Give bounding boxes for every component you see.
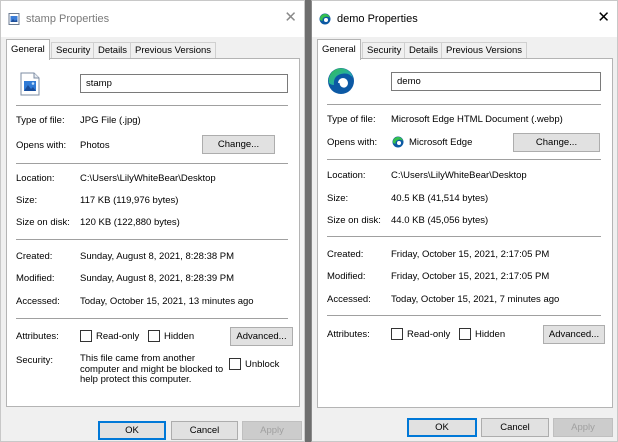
separator [327,315,601,316]
close-icon[interactable]: ✕ [597,10,610,25]
window-title: stamp Properties [26,13,110,25]
accessed-label: Accessed: [16,296,60,307]
edge-icon [392,136,404,148]
read-only-checkbox[interactable] [80,330,92,342]
location-label: Location: [16,173,55,184]
unblock-label: Unblock [245,359,280,370]
image-file-icon [8,13,20,25]
size-value: 117 KB (119,976 bytes) [80,195,179,206]
size-on-disk-value: 120 KB (122,880 bytes) [80,217,180,228]
tab-security[interactable]: Security [51,42,96,59]
separator [16,163,288,164]
general-panel: demo Type of file: Microsoft Edge HTML D… [317,58,613,408]
size-label: Size: [16,195,38,206]
change-button[interactable]: Change... [513,133,600,152]
file-name-input[interactable]: stamp [80,74,288,93]
size-value: 40.5 KB (41,514 bytes) [391,193,489,204]
size-on-disk-label: Size on disk: [327,215,381,226]
ok-button[interactable]: OK [98,421,166,440]
type-value: JPG File (.jpg) [80,115,141,126]
hidden-label: Hidden [164,331,195,342]
opens-with-label: Opens with: [16,140,67,151]
stamp-properties-dialog: stamp Properties ✕ General Security Deta… [0,0,305,442]
separator [327,159,601,160]
hidden-checkbox[interactable] [148,330,160,342]
tab-general[interactable]: General [6,39,50,60]
location-label: Location: [327,170,366,181]
created-value: Friday, October 15, 2021, 2:17:05 PM [391,249,550,260]
opens-with-value: Photos [80,140,110,151]
security-line-1: This file came from another [80,353,196,364]
security-message: This file came from another computer and… [80,353,230,386]
type-label: Type of file: [327,114,376,125]
created-label: Created: [16,251,53,262]
tab-general[interactable]: General [317,39,361,60]
change-button[interactable]: Change... [202,135,275,154]
title-bar: stamp Properties ✕ [1,1,304,37]
cancel-button[interactable]: Cancel [171,421,238,440]
opens-with-label: Opens with: [327,137,378,148]
modified-value: Sunday, August 8, 2021, 8:28:39 PM [80,273,235,284]
location-value: C:\Users\LilyWhiteBear\Desktop [391,170,527,181]
file-name-input[interactable]: demo [391,72,601,91]
title-bar: demo Properties ✕ [312,1,617,37]
modified-value: Friday, October 15, 2021, 2:17:05 PM [391,271,550,282]
general-panel: stamp Type of file: JPG File (.jpg) Open… [6,58,300,407]
separator [16,318,288,319]
demo-properties-dialog: demo Properties ✕ General Security Detai… [311,0,618,442]
separator [16,105,288,106]
created-label: Created: [327,249,364,260]
accessed-value: Today, October 15, 2021, 7 minutes ago [391,294,560,305]
modified-label: Modified: [16,273,55,284]
tab-strip: General Security Details Previous Versio… [6,39,300,60]
edge-icon [328,68,354,94]
size-on-disk-label: Size on disk: [16,217,70,228]
separator [327,104,601,105]
hidden-checkbox[interactable] [459,328,471,340]
separator [16,239,288,240]
attributes-label: Attributes: [16,331,59,342]
apply-button[interactable]: Apply [553,418,613,437]
opens-with-value: Microsoft Edge [409,137,473,148]
image-file-icon [20,72,40,96]
created-value: Sunday, August 8, 2021, 8:28:38 PM [80,251,235,262]
tab-previous-versions[interactable]: Previous Versions [130,42,217,59]
edge-icon [319,13,331,25]
advanced-button[interactable]: Advanced... [543,325,605,344]
type-value: Microsoft Edge HTML Document (.webp) [391,114,563,125]
security-label: Security: [16,355,53,366]
type-label: Type of file: [16,115,65,126]
attributes-label: Attributes: [327,329,370,340]
tab-strip: General Security Details Previous Versio… [317,39,613,60]
tab-details[interactable]: Details [404,42,444,59]
tab-security[interactable]: Security [362,42,407,59]
read-only-label: Read-only [407,329,451,340]
apply-button[interactable]: Apply [242,421,302,440]
window-title: demo Properties [337,13,418,25]
size-label: Size: [327,193,349,204]
security-line-3: help protect this computer. [80,374,192,385]
hidden-label: Hidden [475,329,506,340]
accessed-value: Today, October 15, 2021, 13 minutes ago [80,296,254,307]
accessed-label: Accessed: [327,294,371,305]
ok-button[interactable]: OK [407,418,477,437]
separator [327,236,601,237]
size-on-disk-value: 44.0 KB (45,056 bytes) [391,215,489,226]
read-only-label: Read-only [96,331,140,342]
close-icon[interactable]: ✕ [284,10,297,25]
cancel-button[interactable]: Cancel [481,418,549,437]
unblock-checkbox[interactable] [229,358,241,370]
tab-details[interactable]: Details [93,42,133,59]
modified-label: Modified: [327,271,366,282]
read-only-checkbox[interactable] [391,328,403,340]
tab-previous-versions[interactable]: Previous Versions [441,42,528,59]
location-value: C:\Users\LilyWhiteBear\Desktop [80,173,216,184]
advanced-button[interactable]: Advanced... [230,327,293,346]
